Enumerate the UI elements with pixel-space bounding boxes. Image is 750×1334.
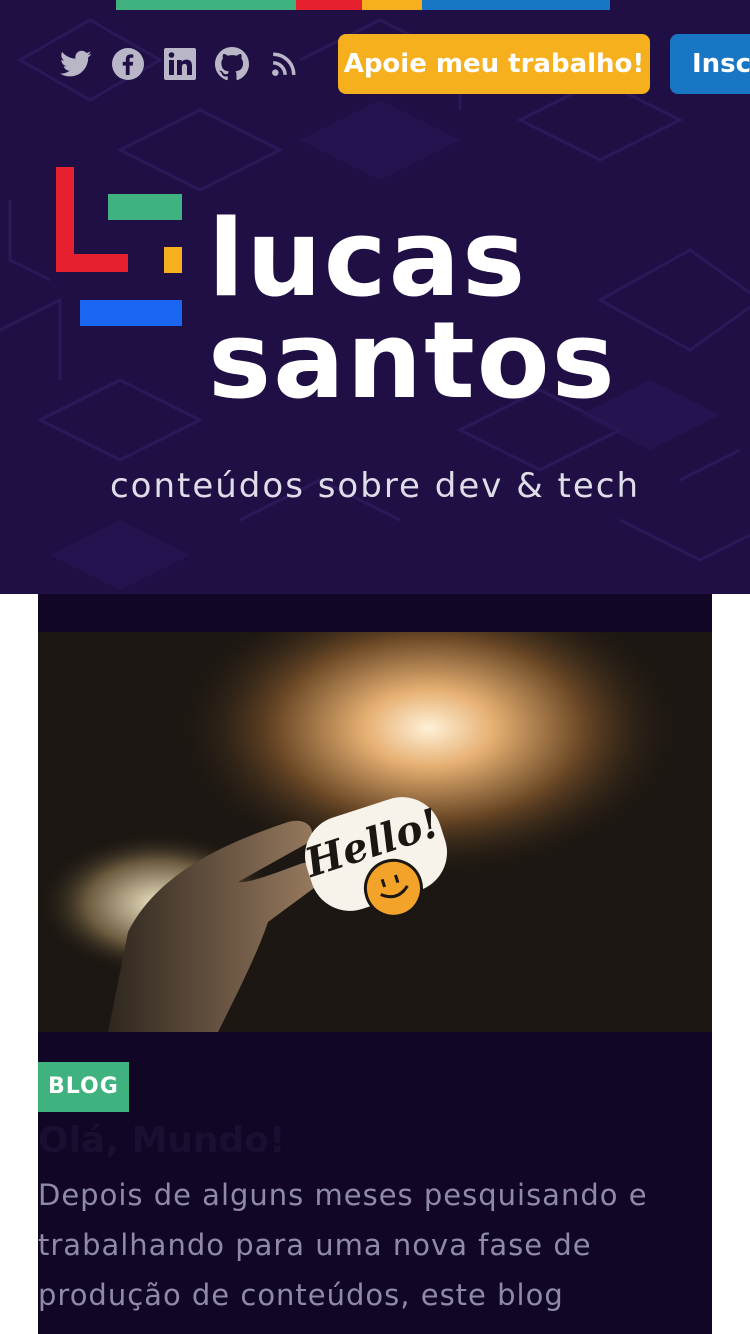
color-stripe xyxy=(116,0,610,10)
logo-line-1: LUCAS xyxy=(208,197,528,320)
rss-icon[interactable] xyxy=(264,44,304,84)
logo-line-2: SANTOS xyxy=(208,299,617,422)
github-icon[interactable] xyxy=(212,44,252,84)
support-button[interactable]: Apoie meu trabalho! xyxy=(338,34,650,94)
post-excerpt: Depois de alguns meses pesquisando e tra… xyxy=(38,1178,648,1312)
hello-sticker-image[interactable]: Hello! xyxy=(38,632,712,1032)
logo-wordmark[interactable]: LUCAS SANTOS xyxy=(208,197,617,422)
hero-header: Apoie meu trabalho! Inscr LUCAS SANTOS c… xyxy=(0,0,750,594)
social-links xyxy=(56,44,316,84)
site-tagline: conteúdos sobre dev & tech xyxy=(109,466,641,506)
linkedin-icon[interactable] xyxy=(160,44,200,84)
post-card[interactable]: Hello! BLOG Olá, Mundo! Depois de alguns… xyxy=(38,594,712,1334)
twitter-icon[interactable] xyxy=(56,44,96,84)
post-title[interactable]: Olá, Mundo! xyxy=(38,1116,285,1166)
category-badge[interactable]: BLOG xyxy=(38,1062,129,1112)
logo-mark xyxy=(56,167,186,332)
facebook-icon[interactable] xyxy=(108,44,148,84)
subscribe-button[interactable]: Inscr xyxy=(670,34,750,94)
